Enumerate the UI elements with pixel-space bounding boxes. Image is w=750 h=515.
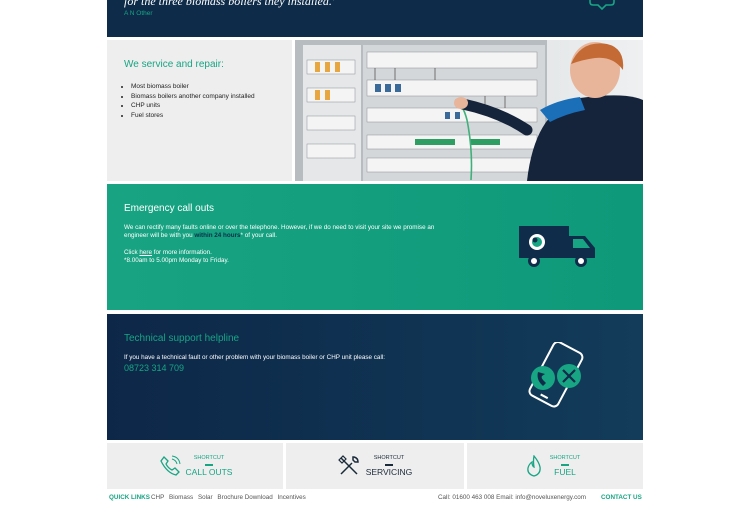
service-panel: We service and repair: Most biomass boil… <box>107 40 292 181</box>
van-icon <box>519 226 595 267</box>
technical-phone[interactable]: 08723 314 709 <box>124 363 184 373</box>
engineer-photo <box>295 40 643 181</box>
shortcut-label: SHORTCUT <box>373 455 405 461</box>
shortcut-title: FUEL <box>554 467 576 477</box>
shortcut-servicing[interactable]: SHORTCUT SERVICING <box>286 443 464 489</box>
testimonial-text: for the three biomass boilers they insta… <box>124 0 335 8</box>
technical-support-section: Technical support helpline If you have a… <box>107 314 643 440</box>
shortcut-divider <box>561 464 569 466</box>
shortcut-divider <box>385 464 393 466</box>
list-item: Most biomass boiler <box>131 82 255 92</box>
footer-link-incentives[interactable]: Incentives <box>277 494 305 501</box>
list-item: Biomass boilers another company installe… <box>131 92 255 102</box>
contact-us-link[interactable]: CONTACT US <box>601 494 642 501</box>
here-link[interactable]: here <box>139 249 152 256</box>
testimonial-band: for the three biomass boilers they insta… <box>107 0 643 37</box>
shortcut-title: CALL OUTS <box>185 467 233 477</box>
emergency-body: We can rectify many faults online or ove… <box>124 224 439 265</box>
testimonial-author: A N Other <box>124 10 153 17</box>
shortcut-fuel[interactable]: SHORTCUT FUEL <box>467 443 643 489</box>
quick-links-label: QUICK LINKS <box>109 494 150 501</box>
emergency-text-1: We can rectify many faults online or ove… <box>124 224 435 240</box>
emergency-callouts-section: Emergency call outs We can rectify many … <box>107 184 643 310</box>
shortcut-divider <box>205 464 213 466</box>
engineer-photo-illustration <box>295 40 643 181</box>
technical-title: Technical support helpline <box>124 333 240 344</box>
footer-link-chp[interactable]: CHP <box>151 494 164 501</box>
emergency-text-bold: within 24 hours <box>194 232 241 240</box>
footer-link-biomass[interactable]: Biomass <box>169 494 193 501</box>
contact-info: Call: 01600 463 008 Email: info@noveluxe… <box>438 494 587 501</box>
click-prefix: Click <box>124 248 140 256</box>
speech-bubble-icon <box>589 0 615 11</box>
service-title: We service and repair: <box>124 59 224 70</box>
emergency-text-2: * of your call. <box>240 232 277 240</box>
quick-links: CHP Biomass Solar Brochure Download Ince… <box>151 494 309 501</box>
footer-link-brochure[interactable]: Brochure Download <box>217 494 272 501</box>
technical-body: If you have a technical fault or other p… <box>124 354 385 361</box>
footer-link-solar[interactable]: Solar <box>198 494 213 501</box>
shortcut-label: SHORTCUT <box>193 455 225 461</box>
mobile-support-icon <box>528 342 584 408</box>
shortcut-callouts[interactable]: SHORTCUT CALL OUTS <box>107 443 283 489</box>
shortcuts-bar: SHORTCUT CALL OUTS SHORTCUT SERVICING SH… <box>107 443 643 489</box>
list-item: Fuel stores <box>131 111 255 121</box>
footer: QUICK LINKS CHP Biomass Solar Brochure D… <box>107 494 643 506</box>
click-suffix: for more information. <box>152 248 212 256</box>
emergency-title: Emergency call outs <box>124 203 215 214</box>
hours-note: *8.00am to 5.00pm Monday to Friday. <box>124 256 229 264</box>
service-list: Most biomass boiler Biomass boilers anot… <box>121 82 255 121</box>
shortcut-label: SHORTCUT <box>549 455 581 461</box>
shortcut-title: SERVICING <box>365 467 413 477</box>
list-item: CHP units <box>131 101 255 111</box>
